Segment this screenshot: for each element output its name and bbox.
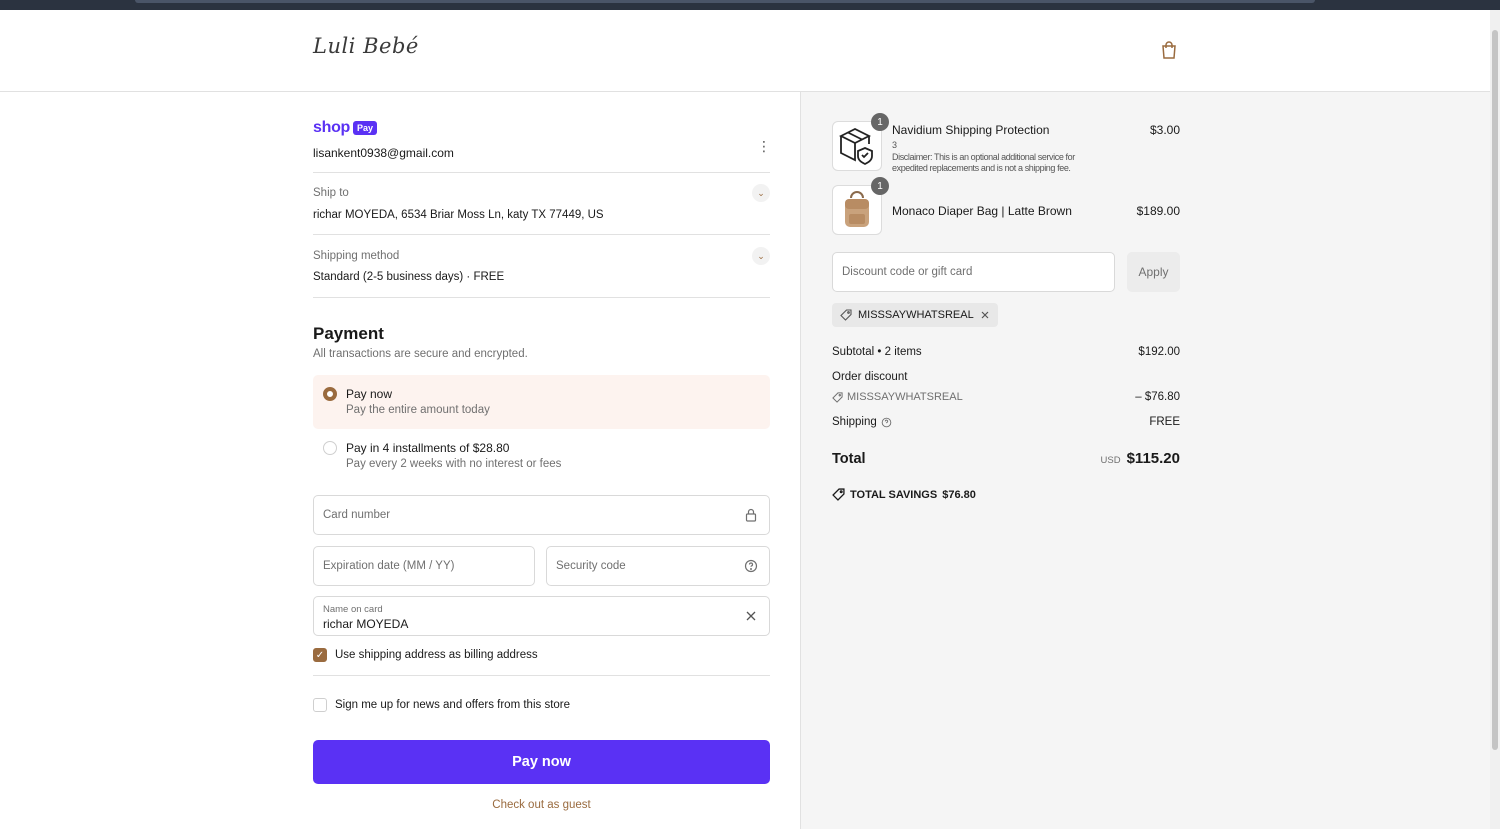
help-circle-icon[interactable] <box>881 417 892 428</box>
installments-option[interactable]: Pay in 4 installments of $28.80 Pay ever… <box>313 432 770 477</box>
item-price: $189.00 <box>1136 204 1180 218</box>
installments-sub: Pay every 2 weeks with no interest or fe… <box>346 458 562 470</box>
help-circle-icon[interactable] <box>744 559 758 573</box>
name-on-card-field[interactable]: Name on card richar MOYEDA <box>313 596 770 636</box>
item-thumbnail: 1 <box>832 177 889 235</box>
scrollbar-thumb[interactable] <box>1492 30 1498 750</box>
currency-code: USD <box>1100 455 1121 466</box>
divider <box>313 297 770 298</box>
card-number-field[interactable]: Card number <box>313 495 770 535</box>
item-name: Monaco Diaper Bag | Latte Brown <box>892 204 1072 218</box>
store-logo[interactable]: Luli Bebé <box>313 34 419 58</box>
remove-discount-icon[interactable] <box>980 310 990 320</box>
name-on-card-value: richar MOYEDA <box>323 617 409 631</box>
card-number-placeholder: Card number <box>323 509 391 521</box>
checkout-as-guest-link[interactable]: Check out as guest <box>313 799 770 811</box>
shipping-label: Shipping <box>832 416 877 428</box>
total-savings-value: $76.80 <box>942 488 976 501</box>
shipping-method-value: Standard (2-5 business days) · FREE <box>313 271 505 283</box>
discount-code-placeholder: Discount code or gift card <box>842 266 973 278</box>
item-thumbnail: 1 <box>832 113 889 171</box>
shipping-method-label: Shipping method <box>313 250 400 262</box>
apply-discount-button[interactable]: Apply <box>1127 252 1180 292</box>
checkout-main: shop Pay lisankent0938@gmail.com ⋮ Ship … <box>0 92 800 829</box>
ship-to-label: Ship to <box>313 187 349 199</box>
tag-icon <box>840 309 852 321</box>
total-savings: TOTAL SAVINGS $76.80 <box>832 488 976 501</box>
installments-radio[interactable] <box>323 441 337 455</box>
divider <box>313 172 770 173</box>
payment-heading: Payment <box>313 324 384 343</box>
divider <box>313 675 770 676</box>
order-discount-label: Order discount <box>832 371 908 383</box>
browser-top-bar <box>0 0 1500 10</box>
divider <box>313 234 770 235</box>
pay-now-option[interactable]: Pay now Pay the entire amount today <box>313 375 770 429</box>
total-value-group: USD $115.20 <box>1101 450 1180 467</box>
clear-icon[interactable] <box>744 609 758 623</box>
lock-icon <box>745 508 757 522</box>
subtotal-label: Subtotal • 2 items <box>832 346 922 358</box>
billing-checkbox-label: Use shipping address as billing address <box>335 649 538 661</box>
more-options-icon[interactable]: ⋮ <box>757 139 771 153</box>
discount-code-input[interactable]: Discount code or gift card <box>832 252 1115 292</box>
quantity-badge: 1 <box>871 177 889 195</box>
order-discount-code: MISSSAYWHATSREAL <box>847 391 963 403</box>
browser-top-bar-inner <box>135 0 1315 3</box>
installments-title: Pay in 4 installments of $28.80 <box>346 441 510 455</box>
shipping-value: FREE <box>1149 416 1180 428</box>
account-email: lisankent0938@gmail.com <box>313 146 454 160</box>
package-shield-icon <box>838 127 873 166</box>
applied-discount-code: MISSSAYWHATSREAL <box>858 309 974 321</box>
newsletter-checkbox[interactable] <box>313 698 327 712</box>
item-name: Navidium Shipping Protection <box>892 123 1050 137</box>
pay-now-radio[interactable] <box>323 387 337 401</box>
tag-icon <box>832 391 843 403</box>
diaper-bag-image <box>845 191 869 227</box>
billing-checkbox[interactable]: ✓ <box>313 648 327 662</box>
header: Luli Bebé <box>0 10 1490 92</box>
subtotal-value: $192.00 <box>1138 346 1180 358</box>
chevron-down-icon[interactable]: ⌄ <box>752 247 770 265</box>
item-price: $3.00 <box>1149 123 1180 137</box>
shop-pay-badge: Pay <box>353 121 378 135</box>
newsletter-checkbox-label: Sign me up for news and offers from this… <box>335 699 571 711</box>
order-summary: 1 Navidium Shipping Protection 3 Disclai… <box>800 92 1490 829</box>
shop-pay-word: shop <box>313 119 351 136</box>
pay-now-button[interactable]: Pay now <box>313 740 770 784</box>
name-on-card-label: Name on card <box>323 604 383 615</box>
chevron-down-icon[interactable]: ⌄ <box>752 184 770 202</box>
shipping-row-label: Shipping <box>832 416 892 428</box>
order-discount-code-row: MISSSAYWHATSREAL <box>832 391 963 403</box>
pay-now-sub: Pay the entire amount today <box>346 404 490 416</box>
shop-pay-logo: shop Pay <box>313 119 378 137</box>
item-variant: 3 <box>892 140 897 150</box>
payment-subtitle: All transactions are secure and encrypte… <box>313 348 528 360</box>
applied-discount-tag: MISSSAYWHATSREAL <box>832 303 998 327</box>
expiration-field[interactable]: Expiration date (MM / YY) <box>313 546 535 586</box>
expiration-placeholder: Expiration date (MM / YY) <box>323 560 455 572</box>
ship-to-value: richar MOYEDA, 6534 Briar Moss Ln, katy … <box>313 209 604 221</box>
total-savings-label: TOTAL SAVINGS <box>850 488 938 501</box>
total-value: $115.20 <box>1126 450 1180 467</box>
shopping-bag-icon[interactable] <box>1160 40 1178 60</box>
scrollbar[interactable] <box>1490 10 1500 829</box>
item-disclaimer: Disclaimer: This is an optional addition… <box>892 152 1075 173</box>
security-code-placeholder: Security code <box>556 560 626 572</box>
tag-icon <box>832 488 845 501</box>
total-label: Total <box>832 451 866 467</box>
security-code-field[interactable]: Security code <box>546 546 770 586</box>
pay-now-title: Pay now <box>346 387 393 401</box>
order-discount-value: – $76.80 <box>1135 391 1180 403</box>
quantity-badge: 1 <box>871 113 889 131</box>
